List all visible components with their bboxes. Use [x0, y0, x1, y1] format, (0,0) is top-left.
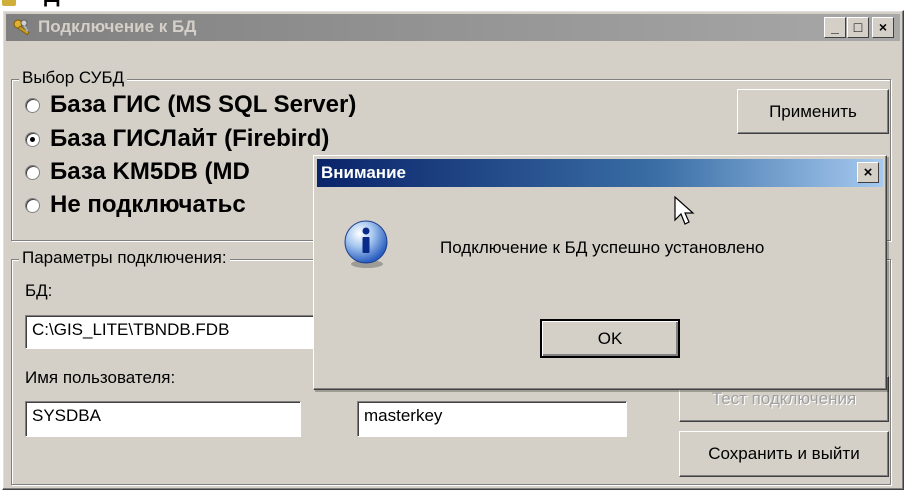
- minimize-button[interactable]: _: [824, 17, 846, 38]
- params-group-legend: Параметры подключения:: [19, 248, 230, 268]
- background-glyph: Д: [44, 0, 60, 8]
- radio-button[interactable]: [25, 197, 40, 213]
- close-button[interactable]: ×: [872, 17, 894, 38]
- window-title: Подключение к БД: [38, 17, 197, 36]
- password-input[interactable]: masterkey: [357, 401, 627, 437]
- keys-icon: [13, 19, 30, 36]
- background-partial-text: Д: [0, 0, 904, 10]
- radio-label: База KM5DB (MD: [50, 158, 250, 185]
- dialog-titlebar[interactable]: Внимание ×: [317, 159, 883, 187]
- window-titlebar[interactable]: Подключение к БД _ □ ×: [6, 14, 900, 41]
- dialog-message: Подключение к БД успешно установлено: [440, 238, 765, 257]
- db-label: БД:: [25, 281, 53, 300]
- radio-option-mssql[interactable]: База ГИС (MS SQL Server): [25, 91, 356, 119]
- db-path-input[interactable]: C:\GIS_LITE\TBNDB.FDB: [25, 315, 325, 349]
- attention-dialog: Внимание × Подключение к БД успешно уста…: [313, 155, 887, 390]
- radio-label: База ГИС (MS SQL Server): [50, 91, 357, 118]
- dialog-title: Внимание: [321, 163, 406, 182]
- dialog-close-button[interactable]: ×: [857, 162, 879, 183]
- save-and-exit-button[interactable]: Сохранить и выйти: [679, 431, 889, 477]
- info-icon: [344, 220, 388, 268]
- radio-label: Не подключатьс: [50, 191, 246, 218]
- user-label: Имя пользователя:: [25, 368, 176, 387]
- radio-button-checked[interactable]: [25, 131, 40, 147]
- radio-option-firebird[interactable]: База ГИСЛайт (Firebird): [25, 125, 329, 153]
- radio-label: База ГИСЛайт (Firebird): [50, 125, 330, 152]
- dbms-group-legend: Выбор СУБД: [19, 68, 128, 88]
- radio-button[interactable]: [25, 164, 40, 180]
- mouse-cursor-icon: [674, 196, 695, 225]
- radio-button[interactable]: [25, 97, 40, 113]
- radio-option-km5db[interactable]: База KM5DB (MD: [25, 158, 250, 186]
- ok-button[interactable]: OK: [540, 319, 680, 358]
- apply-button[interactable]: Применить: [737, 89, 889, 134]
- background-icon: [2, 0, 16, 6]
- radio-option-none[interactable]: Не подключатьс: [25, 191, 246, 219]
- username-input[interactable]: SYSDBA: [25, 401, 301, 437]
- maximize-button[interactable]: □: [847, 17, 869, 38]
